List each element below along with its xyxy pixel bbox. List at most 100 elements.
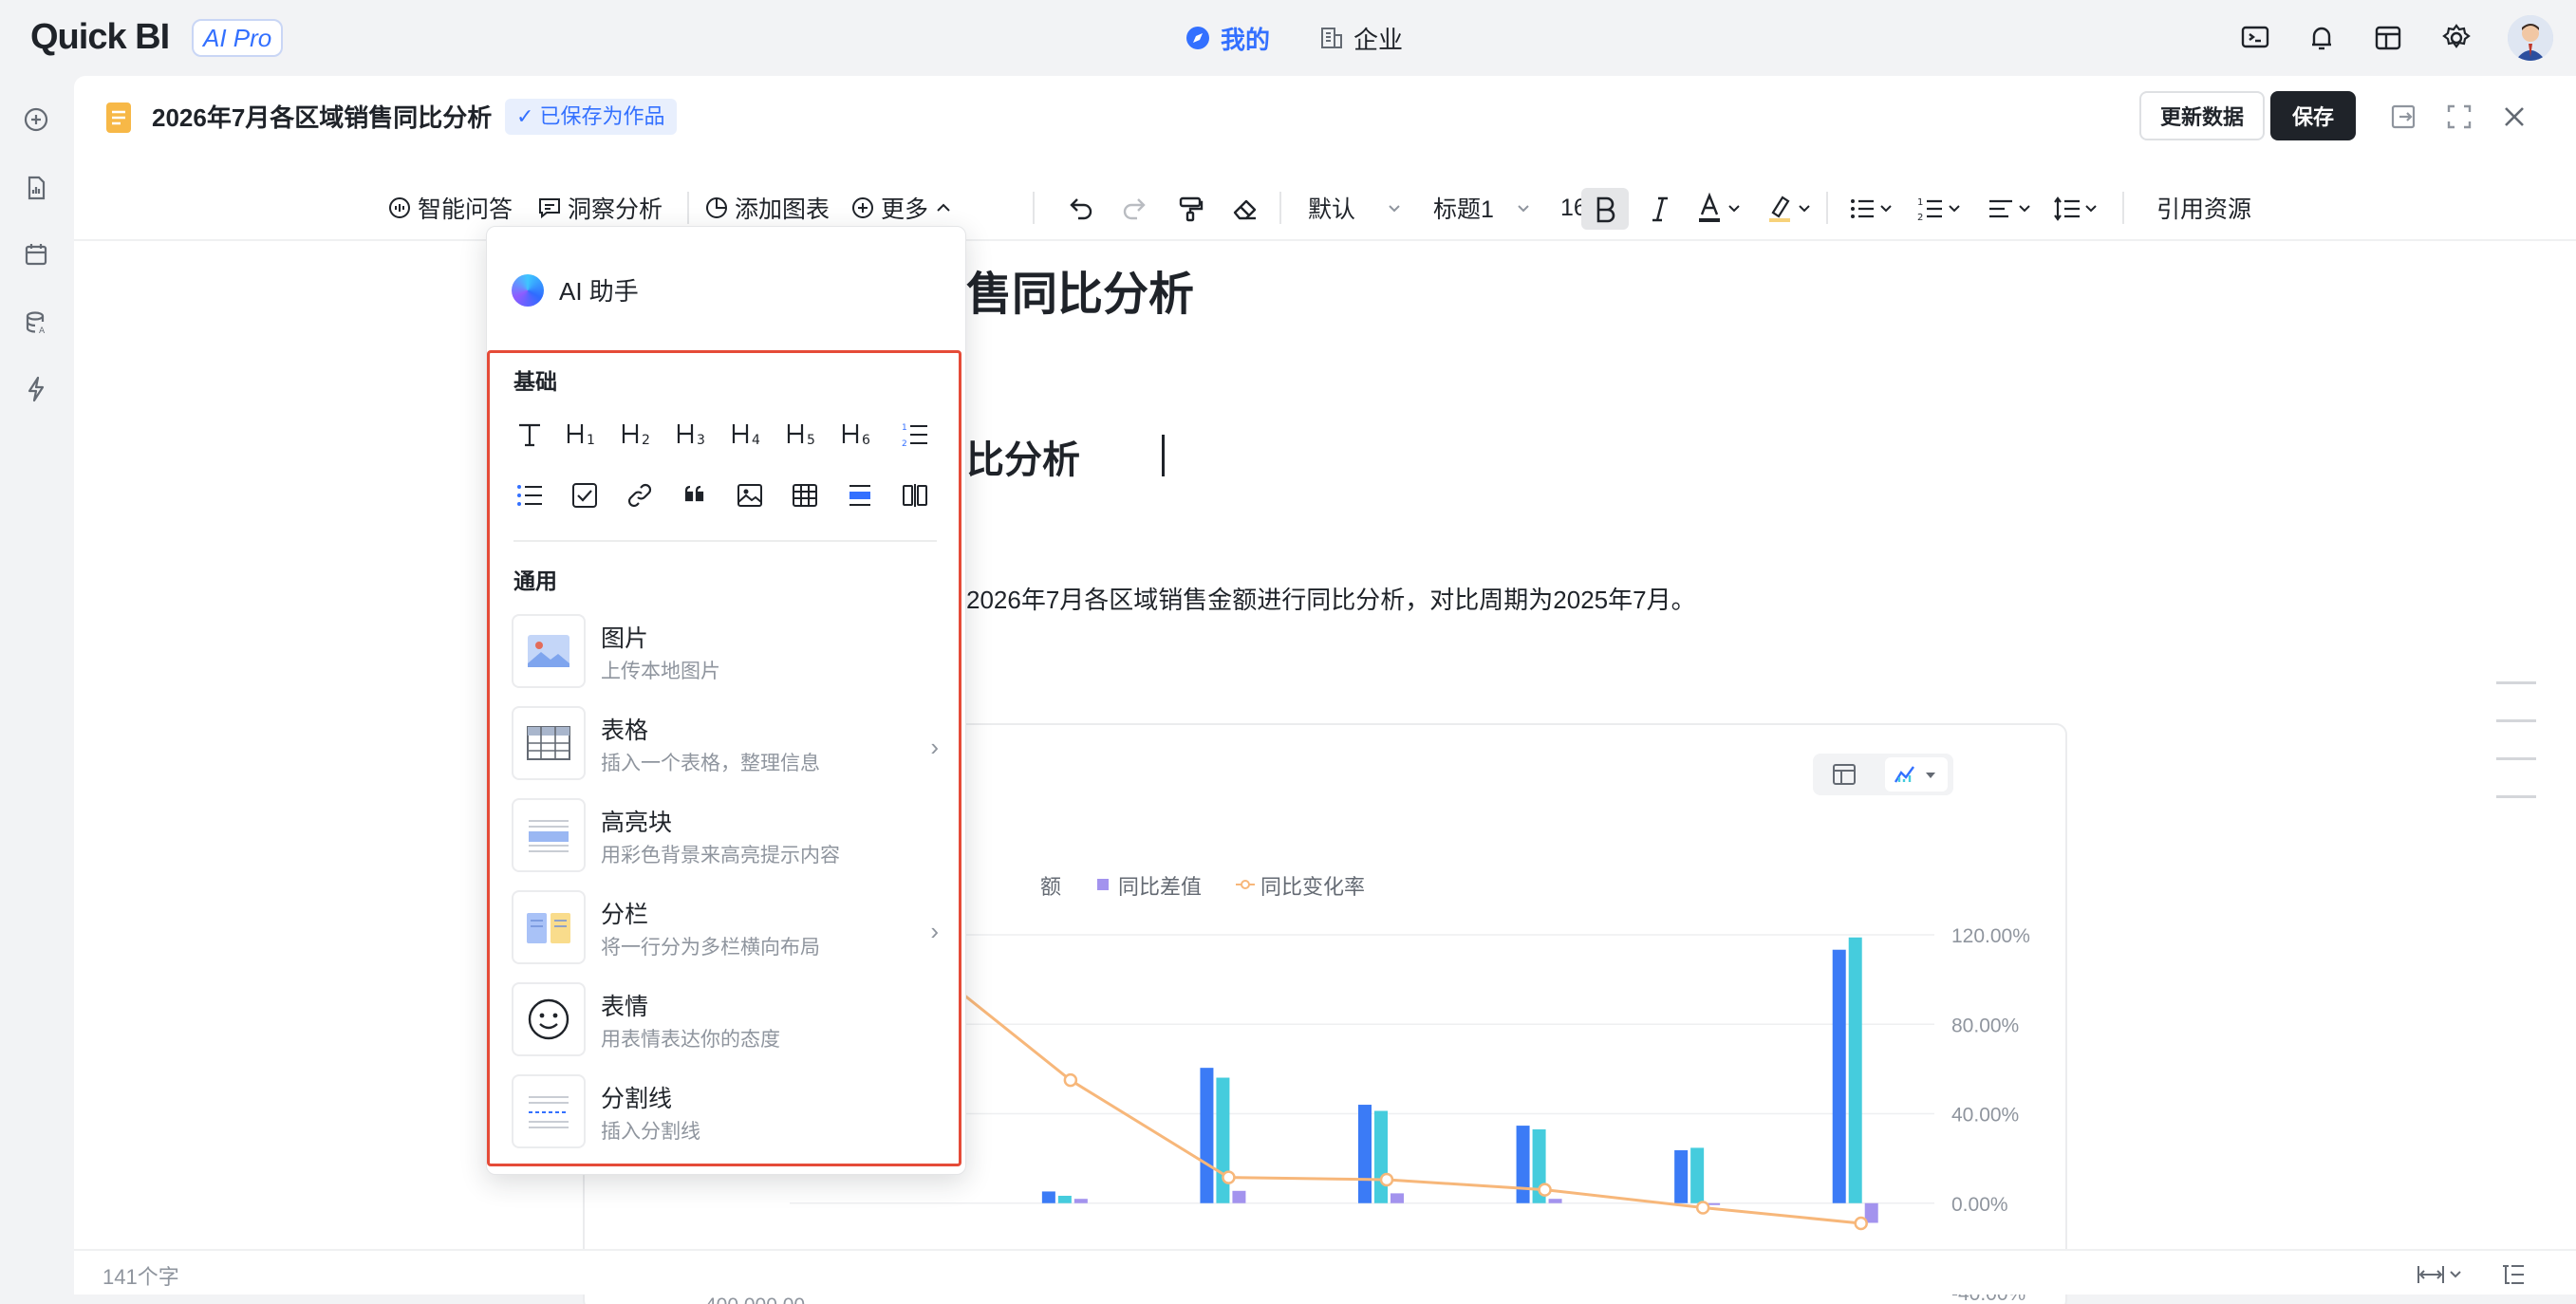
menu-item-highlight[interactable]: 高亮块 用彩色背景来高亮提示内容 — [512, 798, 939, 878]
bar-s2-6 — [1848, 937, 1862, 1203]
redo-icon[interactable] — [1120, 194, 1150, 224]
outline-marker[interactable] — [2496, 757, 2536, 760]
highlight-block-icon[interactable] — [838, 474, 882, 517]
legend-label-rate: 同比变化率 — [1260, 875, 1365, 899]
cite-resource-button[interactable]: 引用资源 — [2156, 184, 2251, 232]
menu-item-columns[interactable]: 分栏 将一行分为多栏横向布局 › — [512, 890, 939, 970]
save-button[interactable]: 保存 — [2270, 91, 2356, 140]
chevron-down-icon[interactable] — [1877, 199, 1895, 216]
exit-icon[interactable] — [2388, 101, 2420, 133]
heading-4-icon[interactable]: 4 — [728, 413, 772, 456]
chevron-down-icon[interactable] — [2016, 199, 2033, 216]
rate-line — [926, 964, 1861, 1225]
editor-toolbar: 智能问答 洞察分析 添加图表 更多 默认 标题1 16 1 2 引用资源 — [74, 175, 2576, 290]
quote-icon[interactable] — [673, 474, 717, 517]
bold-icon[interactable] — [1591, 194, 1619, 224]
link-icon[interactable] — [618, 474, 662, 517]
italic-icon[interactable] — [1646, 194, 1674, 224]
menu-item-emoji[interactable]: 表情 用表情表达你的态度 — [512, 982, 939, 1062]
checkbox-icon[interactable] — [563, 474, 607, 517]
avatar[interactable] — [2508, 15, 2553, 61]
text-icon[interactable] — [508, 413, 551, 456]
more-button[interactable]: 更多 — [850, 184, 953, 232]
undo-icon[interactable] — [1065, 194, 1095, 224]
calendar-icon[interactable] — [21, 239, 51, 270]
eraser-icon[interactable] — [1230, 194, 1260, 224]
fullscreen-icon[interactable] — [2443, 101, 2475, 133]
heading-1-icon[interactable]: 1 — [563, 413, 607, 456]
image-icon[interactable] — [728, 474, 772, 517]
svg-text:6: 6 — [862, 433, 870, 448]
menu-item-image[interactable]: 图片 上传本地图片 — [512, 614, 939, 694]
bar-s1-5 — [1674, 1150, 1689, 1203]
svg-text:5: 5 — [807, 433, 815, 448]
document-heading-1[interactable]: 售同比分析 — [966, 256, 1194, 323]
outline-toggle-icon[interactable] — [2500, 1262, 2527, 1287]
insight-button[interactable]: 洞察分析 — [537, 184, 663, 232]
terminal-icon[interactable] — [2238, 21, 2272, 55]
add-circle-icon[interactable] — [21, 104, 51, 135]
saved-status-label: 已保存为作品 — [539, 104, 665, 128]
line-height-icon[interactable] — [2052, 194, 2082, 224]
bar-s3-3 — [1391, 1193, 1404, 1203]
close-icon[interactable] — [2498, 101, 2530, 133]
bar-s3-4 — [1548, 1199, 1562, 1203]
document-title[interactable]: 2026年7月各区域销售同比分析 — [152, 99, 492, 134]
heading-2-icon[interactable]: 2 — [618, 413, 662, 456]
gear-icon[interactable] — [2439, 21, 2473, 55]
dataset-icon[interactable]: A — [21, 307, 51, 338]
divider-thumb-icon — [512, 1074, 586, 1148]
add-chart-button[interactable]: 添加图表 — [704, 184, 830, 232]
menu-item-divider[interactable]: 分割线 插入分割线 — [512, 1074, 939, 1154]
outline-marker[interactable] — [2496, 719, 2536, 722]
chevron-down-icon[interactable] — [1946, 199, 1963, 216]
page-width-icon[interactable] — [2415, 1262, 2468, 1287]
align-left-icon[interactable] — [1986, 194, 2016, 224]
chevron-down-icon[interactable] — [1726, 199, 1743, 216]
legend-swatch-diff — [1097, 879, 1109, 890]
y-right-tick-label: 40.00% — [1951, 1105, 2019, 1127]
table-view-icon[interactable] — [1832, 763, 1857, 786]
update-data-button[interactable]: 更新数据 — [2139, 91, 2265, 140]
svg-text:A: A — [39, 326, 46, 336]
highlighter-icon[interactable] — [1765, 192, 1794, 224]
style-select[interactable]: 默认 — [1308, 184, 1403, 232]
bullet-list-icon[interactable] — [1847, 194, 1877, 224]
menu-item-name: 表格 — [601, 717, 649, 744]
chevron-down-icon[interactable] — [1796, 199, 1813, 216]
bullet-list-icon[interactable] — [508, 474, 551, 517]
document-paragraph[interactable]: 2026年7月各区域销售金额进行同比分析，对比周期为2025年7月。 — [966, 581, 1696, 616]
report-icon[interactable] — [21, 173, 51, 203]
heading-3-icon[interactable]: 3 — [673, 413, 717, 456]
outline-marker[interactable] — [2496, 681, 2536, 684]
outline-marker[interactable] — [2496, 795, 2536, 798]
text-color-icon[interactable] — [1695, 192, 1724, 224]
ordered-list-icon[interactable]: 12 — [1915, 194, 1946, 224]
chevron-down-icon[interactable] — [2082, 199, 2100, 216]
ai-assistant-icon — [512, 273, 544, 307]
menu-item-name: 表情 — [601, 994, 649, 1020]
heading-select[interactable]: 标题1 — [1433, 184, 1532, 232]
columns-icon[interactable] — [893, 474, 937, 517]
heading-5-icon[interactable]: 5 — [783, 413, 827, 456]
rate-point-2 — [1379, 1172, 1394, 1187]
ai-assistant-item[interactable]: AI 助手 — [512, 272, 639, 307]
app-logo[interactable]: Quick BI — [30, 17, 170, 58]
chart-view-active[interactable] — [1885, 757, 1948, 792]
smart-qa-button[interactable]: 智能问答 — [387, 184, 513, 232]
caret-down-icon — [1926, 773, 1935, 778]
bell-icon[interactable] — [2305, 21, 2339, 55]
nav-enterprise[interactable]: 企业 — [1319, 19, 1403, 57]
table-icon[interactable] — [783, 474, 827, 517]
dashboard-icon[interactable] — [2371, 21, 2405, 55]
heading-6-icon[interactable]: 6 — [838, 413, 882, 456]
document-heading-2[interactable]: 比分析 — [966, 429, 1080, 484]
ordered-list-icon[interactable]: 12 — [893, 413, 937, 456]
svg-text:3: 3 — [697, 433, 705, 448]
lightning-icon[interactable] — [21, 374, 51, 404]
svg-text:2: 2 — [902, 439, 907, 449]
chart-view-toggle[interactable] — [1813, 754, 1953, 795]
nav-mine[interactable]: 我的 — [1185, 19, 1270, 57]
menu-item-table[interactable]: 表格 插入一个表格，整理信息 › — [512, 706, 939, 786]
format-painter-icon[interactable] — [1175, 194, 1205, 224]
